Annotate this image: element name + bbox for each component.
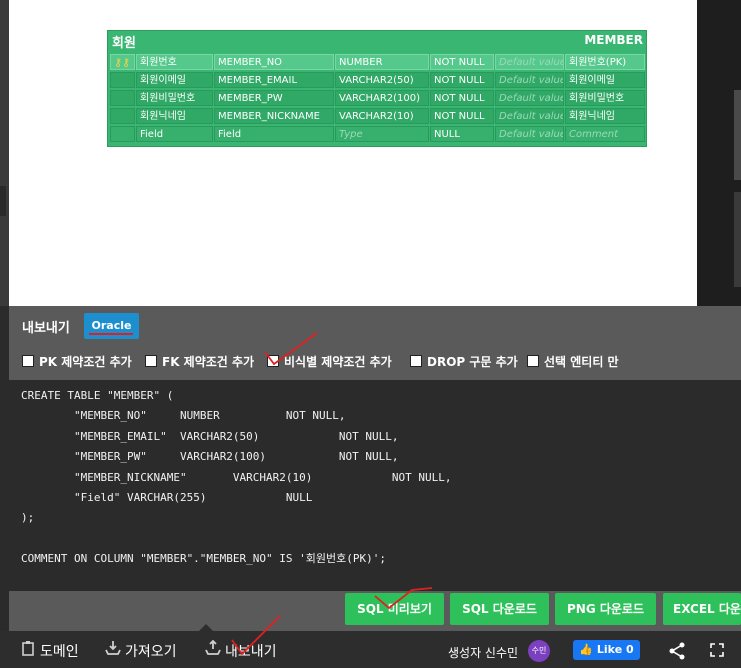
column-null: NOT NULL xyxy=(430,90,494,106)
column-type: VARCHAR2(50) xyxy=(335,72,429,88)
avatar[interactable]: 수민 xyxy=(528,640,550,662)
left-edge-strip xyxy=(0,0,9,306)
key-icon: ⚷⚷ xyxy=(114,56,131,69)
entity-column-row[interactable]: 회원이메일 MEMBER_EMAIL VARCHAR2(50) NOT NULL… xyxy=(110,72,645,88)
clipboard-icon xyxy=(20,640,36,661)
footer-import[interactable]: 가져오기 xyxy=(105,640,177,661)
option-label: 선택 엔티티 만 xyxy=(544,355,619,369)
column-type: NUMBER xyxy=(335,54,429,70)
option-pk-constraint[interactable]: PK 제약조건 추가 xyxy=(22,354,132,370)
export-tray-icon xyxy=(205,639,221,661)
key-cell xyxy=(110,72,135,88)
option-fk-constraint[interactable]: FK 제약조건 추가 xyxy=(145,354,254,370)
sql-code: CREATE TABLE "MEMBER" ( "MEMBER_NO" NUMB… xyxy=(21,389,452,566)
right-side-panel xyxy=(697,0,741,306)
option-label: DROP 구문 추가 xyxy=(427,355,518,369)
entity-new-field-row[interactable]: Field Field Type NULL Default value Comm… xyxy=(110,126,645,142)
column-logical: 회원닉네임 xyxy=(136,108,213,124)
pk-key-cell: ⚷⚷ xyxy=(110,54,135,70)
column-logical: 회원이메일 xyxy=(136,72,213,88)
column-default[interactable]: Default value xyxy=(495,126,564,142)
side-scrollbar[interactable] xyxy=(734,192,741,287)
option-label: FK 제약조건 추가 xyxy=(162,355,255,369)
column-comment: 회원이메일 xyxy=(565,72,645,88)
entity-column-row[interactable]: 회원닉네임 MEMBER_NICKNAME VARCHAR2(10) NOT N… xyxy=(110,108,645,124)
share-icon[interactable] xyxy=(668,642,686,660)
checkbox[interactable] xyxy=(145,355,157,367)
column-null: NOT NULL xyxy=(430,108,494,124)
column-physical: MEMBER_NO xyxy=(214,54,334,70)
column-default: Default value xyxy=(495,54,564,70)
like-label: Like 0 xyxy=(596,643,634,656)
column-type: VARCHAR2(100) xyxy=(335,90,429,106)
checkbox[interactable] xyxy=(22,355,34,367)
column-type: VARCHAR2(10) xyxy=(335,108,429,124)
column-physical[interactable]: Field xyxy=(214,126,334,142)
option-selected-entity-only[interactable]: 선택 엔티티 만 xyxy=(527,354,619,370)
column-logical[interactable]: Field xyxy=(136,126,213,142)
png-download-button[interactable]: PNG 다운로드 xyxy=(555,593,656,625)
annotation-check-mark xyxy=(374,587,433,610)
column-logical: 회원번호 xyxy=(136,54,213,70)
footer-domain[interactable]: 도메인 xyxy=(20,640,79,661)
left-edge-handle[interactable] xyxy=(0,186,6,216)
column-comment: 회원번호(PK) xyxy=(565,54,645,70)
annotation-check-mark xyxy=(231,615,281,656)
column-null[interactable]: NULL xyxy=(430,126,494,142)
column-null: NOT NULL xyxy=(430,72,494,88)
creator-label: 생성자 신수민 xyxy=(448,646,519,660)
column-default: Default value xyxy=(495,72,564,88)
active-tab-caret xyxy=(199,624,213,631)
side-thumbnail xyxy=(734,90,741,180)
column-comment: 회원닉네임 xyxy=(565,108,645,124)
fullscreen-icon[interactable] xyxy=(710,642,724,657)
column-logical: 회원비밀번호 xyxy=(136,90,213,106)
checkbox[interactable] xyxy=(527,355,539,367)
key-cell xyxy=(110,108,135,124)
sql-preview[interactable]: CREATE TABLE "MEMBER" ( "MEMBER_NO" NUMB… xyxy=(9,380,741,591)
annotation-check-mark xyxy=(264,332,318,366)
column-default: Default value xyxy=(495,90,564,106)
option-drop-statement[interactable]: DROP 구문 추가 xyxy=(410,354,518,370)
column-null: NOT NULL xyxy=(430,54,494,70)
footer-import-label: 가져오기 xyxy=(125,644,177,660)
column-physical: MEMBER_PW xyxy=(214,90,334,106)
db-tab-oracle[interactable]: Oracle xyxy=(84,313,139,339)
entity-logical-name: 회원 xyxy=(112,36,136,51)
column-physical: MEMBER_EMAIL xyxy=(214,72,334,88)
excel-download-button[interactable]: EXCEL 다운로드 xyxy=(663,593,741,625)
option-label: PK 제약조건 추가 xyxy=(39,355,132,369)
sql-download-button[interactable]: SQL 다운로드 xyxy=(450,593,549,625)
thumbs-up-icon: 👍 xyxy=(579,643,594,656)
entity-physical-name: MEMBER xyxy=(584,33,643,47)
column-type[interactable]: Type xyxy=(335,126,429,142)
column-comment: 회원비밀번호 xyxy=(565,90,645,106)
column-default: Default value xyxy=(495,108,564,124)
annotation-underline xyxy=(89,333,133,335)
export-title: 내보내기 xyxy=(22,321,70,336)
footer-domain-label: 도메인 xyxy=(40,644,79,660)
column-comment[interactable]: Comment xyxy=(565,126,645,142)
entity-header: 회원 MEMBER xyxy=(108,31,646,53)
key-cell xyxy=(110,126,135,142)
entity-member[interactable]: 회원 MEMBER ⚷⚷ 회원번호 MEMBER_NO NUMBER NOT N… xyxy=(107,30,647,147)
facebook-like-button[interactable]: 👍 Like 0 xyxy=(573,640,640,660)
import-tray-icon xyxy=(105,640,121,661)
column-physical: MEMBER_NICKNAME xyxy=(214,108,334,124)
entity-column-row[interactable]: 회원비밀번호 MEMBER_PW VARCHAR2(100) NOT NULL … xyxy=(110,90,645,106)
entity-column-row[interactable]: ⚷⚷ 회원번호 MEMBER_NO NUMBER NOT NULL Defaul… xyxy=(110,54,645,70)
checkbox[interactable] xyxy=(410,355,422,367)
key-cell xyxy=(110,90,135,106)
